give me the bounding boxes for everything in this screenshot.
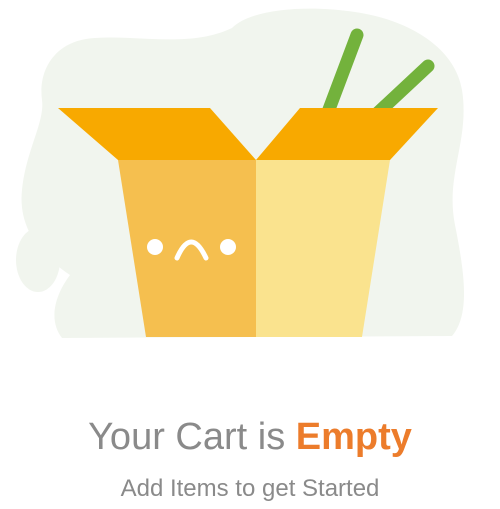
empty-cart-subtitle: Add Items to get Started — [120, 475, 380, 502]
empty-cart-illustration — [16, 8, 465, 339]
title-prefix: Your Cart is — [88, 416, 296, 458]
backdrop-blob-small — [16, 228, 60, 292]
face-left-eye — [147, 239, 163, 255]
title-highlight: Empty — [295, 416, 412, 458]
face-right-eye — [220, 239, 236, 255]
empty-cart-title: Your Cart is Empty — [0, 414, 500, 460]
